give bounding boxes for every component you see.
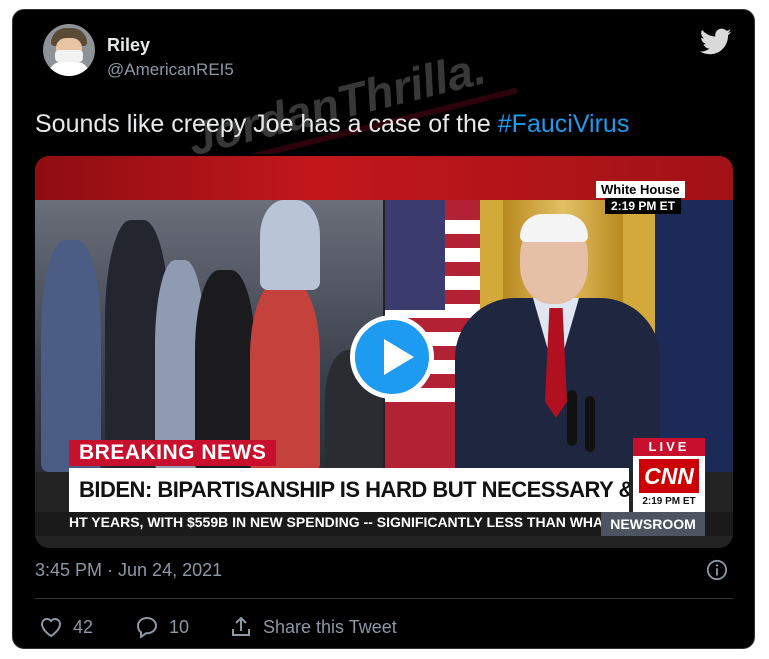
display-name[interactable]: Riley bbox=[107, 35, 150, 56]
tweet-timestamp[interactable]: 3:45 PM · Jun 24, 2021 bbox=[35, 560, 222, 581]
speech-bubble-icon bbox=[136, 616, 158, 638]
show-name: NEWSROOM bbox=[601, 512, 705, 536]
like-count: 42 bbox=[73, 616, 94, 637]
live-badge: LIVE bbox=[633, 438, 705, 456]
breaking-news-label: BREAKING NEWS bbox=[69, 440, 277, 466]
network-time: 2:19 PM ET bbox=[642, 496, 696, 507]
avatar-mask bbox=[55, 50, 83, 62]
cnn-logo: CNN bbox=[639, 459, 699, 493]
ticker-text: HT YEARS, WITH $559B IN NEW SPENDING -- … bbox=[69, 514, 601, 530]
video-player[interactable]: White House 2:19 PM ET BREAKING NEWS BID… bbox=[35, 156, 733, 548]
user-handle[interactable]: @AmericanREI5 bbox=[107, 60, 234, 80]
info-icon[interactable] bbox=[706, 559, 728, 581]
reply-button[interactable]: 10 bbox=[135, 615, 189, 639]
network-bug: LIVE CNN 2:19 PM ET bbox=[633, 438, 705, 512]
source-time: 2:19 PM ET bbox=[605, 198, 682, 214]
play-button[interactable] bbox=[350, 315, 434, 399]
avatar-shirt bbox=[49, 62, 89, 76]
like-button[interactable]: 42 bbox=[39, 615, 93, 639]
avatar[interactable] bbox=[43, 24, 95, 76]
share-button[interactable]: Share this Tweet bbox=[229, 615, 397, 639]
reply-count: 10 bbox=[169, 616, 190, 637]
share-label: Share this Tweet bbox=[263, 616, 397, 637]
heart-icon bbox=[40, 618, 62, 638]
share-icon bbox=[232, 616, 250, 636]
play-icon bbox=[384, 339, 414, 375]
hashtag-link[interactable]: #FauciVirus bbox=[498, 110, 630, 138]
news-ticker: HT YEARS, WITH $559B IN NEW SPENDING -- … bbox=[35, 512, 733, 536]
video-press-scene bbox=[35, 200, 383, 472]
divider bbox=[35, 598, 733, 599]
tweet-text: Sounds like creepy Joe has a case of the… bbox=[35, 110, 629, 139]
video-stage-scene bbox=[385, 200, 733, 472]
news-headline: BIDEN: BIPARTISANSHIP IS HARD BUT NECESS… bbox=[69, 468, 629, 512]
source-label: White House bbox=[596, 181, 685, 198]
twitter-bird-icon[interactable] bbox=[700, 28, 732, 56]
tweet-text-body: Sounds like creepy Joe has a case of the bbox=[35, 110, 498, 138]
tweet-card: Riley @AmericanREI5 JordanThrilla. Sound… bbox=[12, 9, 755, 649]
